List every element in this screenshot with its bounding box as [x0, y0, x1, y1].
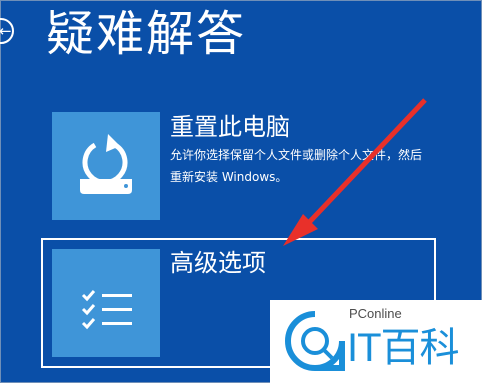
reset-pc-description: 允许你选择保留个人文件或删除个人文件，然后重新安装 Windows。	[170, 148, 423, 184]
search-logo-icon	[285, 311, 345, 371]
reset-pc-icon	[80, 134, 132, 194]
reset-pc-option[interactable]: 重置此电脑 允许你选择保留个人文件或删除个人文件，然后重新安装 Windows。	[52, 112, 432, 222]
reset-pc-tile	[52, 112, 160, 220]
watermark-small-text: PConline	[349, 306, 402, 321]
advanced-options-title: 高级选项	[170, 249, 266, 277]
back-arrow-icon: ←	[0, 22, 12, 40]
reset-pc-title: 重置此电脑	[170, 113, 290, 141]
watermark: PConline IT百科	[270, 300, 482, 383]
checklist-icon	[81, 290, 132, 330]
watermark-big-text: IT百科	[347, 326, 460, 370]
page-title: 疑难解答	[46, 6, 247, 62]
advanced-options-tile	[52, 249, 160, 357]
